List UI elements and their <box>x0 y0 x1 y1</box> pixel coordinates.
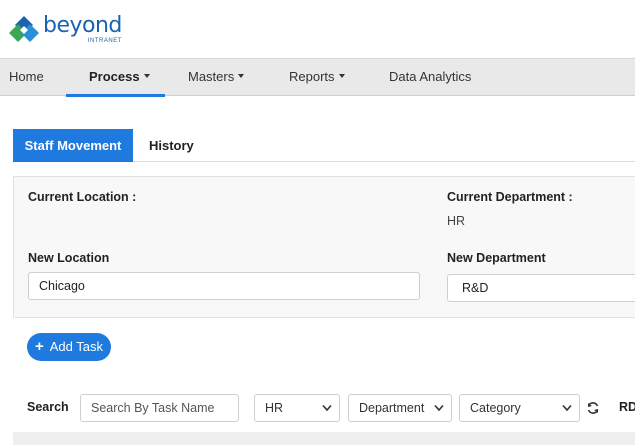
tab-history[interactable]: History <box>135 129 208 162</box>
logo-mark-icon <box>9 16 39 42</box>
current-department-label: Current Department : <box>447 190 573 204</box>
add-task-button[interactable]: + Add Task <box>27 333 111 361</box>
main-navbar: Home Process Masters Reports Data Analyt… <box>0 58 635 97</box>
brand-logo[interactable]: beyond INTRANET <box>9 14 122 48</box>
chevron-down-icon <box>322 404 332 412</box>
new-location-label: New Location <box>28 251 110 265</box>
caret-down-icon <box>238 74 245 78</box>
department-code-value: HR <box>265 401 284 415</box>
nav-data-analytics[interactable]: Data Analytics <box>389 59 471 95</box>
department-code-select[interactable]: HR <box>254 394 340 422</box>
plus-icon: + <box>34 338 44 355</box>
nav-data-analytics-label: Data Analytics <box>389 69 472 84</box>
logo-subtitle: INTRANET <box>87 38 122 44</box>
nav-home-label: Home <box>9 69 44 84</box>
staff-movement-panel: Current Location : Current Department : … <box>13 176 635 318</box>
new-location-field[interactable]: Chicago <box>28 272 420 300</box>
department-select[interactable]: Department <box>348 394 452 422</box>
nav-reports-label: Reports <box>289 69 335 84</box>
new-department-label: New Department <box>447 251 546 265</box>
search-label: Search <box>27 400 69 414</box>
current-department-value: HR <box>447 214 466 228</box>
nav-home[interactable]: Home <box>9 59 44 95</box>
nav-active-indicator <box>66 94 165 97</box>
new-department-select[interactable]: R&D <box>447 274 635 302</box>
current-location-label: Current Location : <box>28 190 137 204</box>
nav-process[interactable]: Process <box>89 59 150 95</box>
add-task-label: Add Task <box>49 339 103 354</box>
search-input[interactable]: Search By Task Name <box>80 394 239 422</box>
filter-trailing-label: RD <box>619 400 635 414</box>
nav-masters[interactable]: Masters <box>188 59 245 95</box>
logo-name: beyond <box>43 13 122 38</box>
department-value: Department <box>359 401 425 415</box>
results-table-header <box>13 432 635 445</box>
chevron-down-icon <box>562 404 572 412</box>
nav-masters-label: Masters <box>188 69 235 84</box>
tab-staff-movement[interactable]: Staff Movement <box>13 129 133 162</box>
category-value: Category <box>470 401 521 415</box>
caret-down-icon <box>338 74 345 78</box>
nav-process-label: Process <box>89 69 140 84</box>
category-select[interactable]: Category <box>459 394 580 422</box>
refresh-icon[interactable] <box>586 401 600 415</box>
chevron-down-icon <box>434 404 444 412</box>
tab-bar: Staff Movement History <box>13 129 635 162</box>
nav-reports[interactable]: Reports <box>289 59 345 95</box>
caret-down-icon <box>143 74 150 78</box>
